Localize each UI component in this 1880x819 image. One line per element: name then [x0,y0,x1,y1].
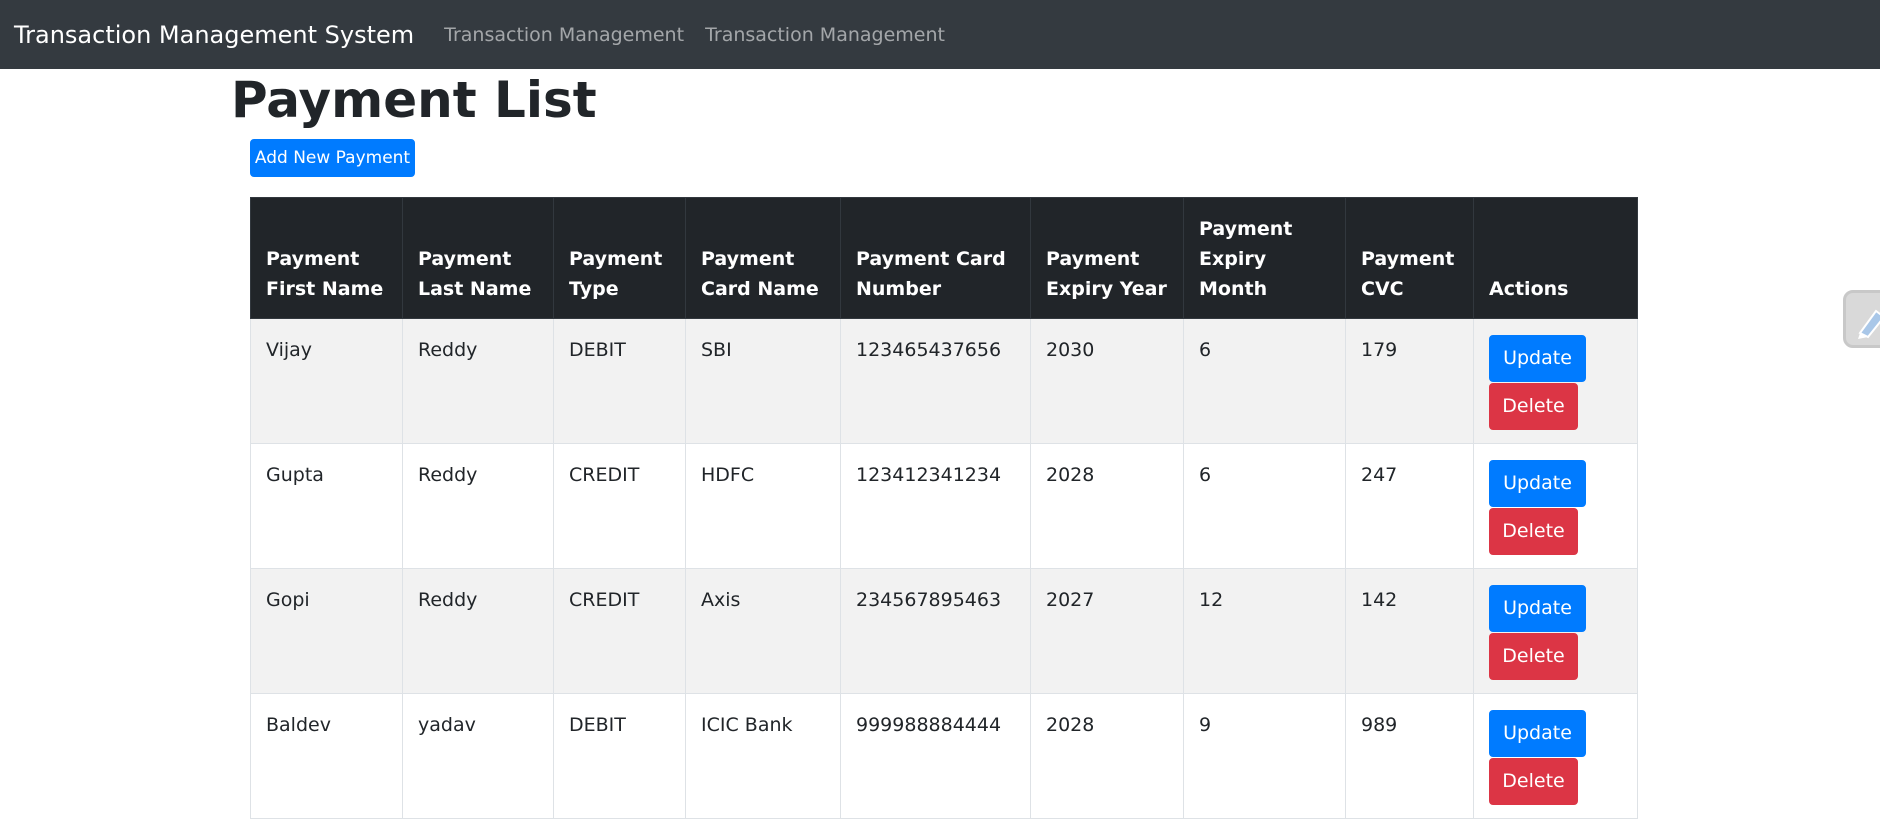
cell-first-name: Baldev [250,693,403,819]
cell-type: DEBIT [553,693,686,819]
header-last-name: Payment Last Name [402,197,554,319]
header-expiry-month: Payment Expiry Month [1183,197,1346,319]
delete-button[interactable]: Delete [1489,633,1578,680]
cell-expiry-year: 2027 [1030,568,1184,694]
cell-last-name: yadav [402,693,554,819]
cell-card-name: ICIC Bank [685,693,841,819]
nav-link-transaction-management[interactable]: Transaction Management [444,24,684,46]
cell-expiry-month: 12 [1183,568,1346,694]
cell-card-name: Axis [685,568,841,694]
header-card-name: Payment Card Name [685,197,841,319]
cell-cvc: 142 [1345,568,1474,694]
cell-last-name: Reddy [402,443,554,569]
cell-expiry-year: 2030 [1030,318,1184,444]
cell-card-number: 234567895463 [840,568,1031,694]
table-row: Vijay Reddy DEBIT SBI 123465437656 2030 … [250,318,1638,444]
cell-type: CREDIT [553,443,686,569]
table-row: Gupta Reddy CREDIT HDFC 123412341234 202… [250,443,1638,569]
cell-type: DEBIT [553,318,686,444]
cell-first-name: Gupta [250,443,403,569]
cell-cvc: 247 [1345,443,1474,569]
header-card-number: Payment Card Number [840,197,1031,319]
cell-cvc: 989 [1345,693,1474,819]
nav-link-transaction-management-2[interactable]: Transaction Management [705,24,945,46]
header-row: Payment First Name Payment Last Name Pay… [250,197,1638,319]
table-row: Baldev yadav DEBIT ICIC Bank 99998888444… [250,693,1638,819]
cell-last-name: Reddy [402,568,554,694]
cell-first-name: Gopi [250,568,403,694]
navbar-brand[interactable]: Transaction Management System [14,21,414,49]
cell-card-name: SBI [685,318,841,444]
update-button[interactable]: Update [1489,585,1586,632]
cell-actions: Update Delete [1473,318,1638,444]
header-cvc: Payment CVC [1345,197,1474,319]
cell-last-name: Reddy [402,318,554,444]
cell-expiry-month: 9 [1183,693,1346,819]
cell-card-name: HDFC [685,443,841,569]
payments-table: Payment First Name Payment Last Name Pay… [250,197,1638,819]
side-extension-widget[interactable] [1843,290,1880,348]
page-title: Payment List [231,71,597,129]
cell-expiry-month: 6 [1183,318,1346,444]
delete-button[interactable]: Delete [1489,758,1578,805]
header-first-name: Payment First Name [250,197,403,319]
cell-actions: Update Delete [1473,568,1638,694]
cell-first-name: Vijay [250,318,403,444]
cell-card-number: 123412341234 [840,443,1031,569]
table-row: Gopi Reddy CREDIT Axis 234567895463 2027… [250,568,1638,694]
header-expiry-year: Payment Expiry Year [1030,197,1184,319]
delete-button[interactable]: Delete [1489,383,1578,430]
delete-button[interactable]: Delete [1489,508,1578,555]
cell-type: CREDIT [553,568,686,694]
update-button[interactable]: Update [1489,335,1586,382]
cell-card-number: 999988884444 [840,693,1031,819]
add-new-payment-button[interactable]: Add New Payment [250,139,415,177]
header-type: Payment Type [553,197,686,319]
table-body: Vijay Reddy DEBIT SBI 123465437656 2030 … [250,318,1638,819]
update-button[interactable]: Update [1489,710,1586,757]
table-header: Payment First Name Payment Last Name Pay… [250,197,1638,319]
cell-expiry-month: 6 [1183,443,1346,569]
cell-expiry-year: 2028 [1030,693,1184,819]
cell-actions: Update Delete [1473,443,1638,569]
cell-card-number: 123465437656 [840,318,1031,444]
update-button[interactable]: Update [1489,460,1586,507]
cell-actions: Update Delete [1473,693,1638,819]
navbar: Transaction Management System Transactio… [0,0,1880,69]
header-actions: Actions [1473,197,1638,319]
cell-expiry-year: 2028 [1030,443,1184,569]
cell-cvc: 179 [1345,318,1474,444]
